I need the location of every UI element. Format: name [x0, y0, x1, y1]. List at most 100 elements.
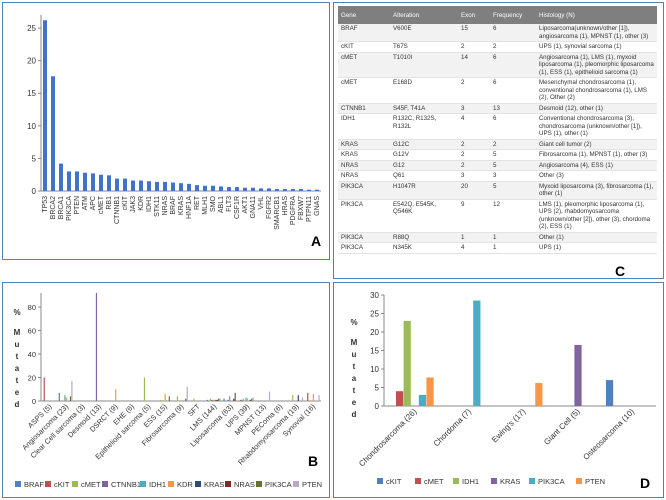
table-cell: R88Q: [390, 232, 458, 243]
table-cell: 1: [490, 232, 536, 243]
table-row: PIK3CA N345K 4 1 UPS (1): [338, 242, 657, 254]
legend-label: NRAS: [234, 480, 255, 489]
bar: [259, 188, 263, 191]
table-cell: 2: [490, 139, 536, 150]
x-tick-label: IDH1: [146, 196, 153, 212]
y-axis-label-letter: t: [353, 386, 356, 395]
table-cell: 1: [458, 232, 490, 243]
bar-ckit: [43, 377, 45, 401]
table-row: cKIT T67S 2 2 UPS (1), synovial sarcoma (1): [338, 41, 657, 53]
y-axis-unit: %: [13, 308, 20, 317]
x-tick-label: APC: [90, 196, 97, 210]
y-axis-label-letter: t: [16, 352, 19, 361]
bar-kdr: [246, 398, 249, 401]
table-cell: 3: [490, 170, 536, 182]
col-exon: Exon: [458, 6, 490, 24]
bar: [115, 178, 119, 191]
legend-label: KDR: [177, 480, 193, 489]
legend-swatch: [15, 481, 21, 487]
panel-label-b: B: [308, 453, 319, 469]
legend-swatch: [102, 481, 108, 487]
x-tick-label: GNA11: [250, 196, 257, 219]
x-tick-label: FLT3: [226, 196, 233, 212]
table-cell: E542Q, E545K, Q546K: [390, 199, 458, 233]
table-cell: PIK3CA: [338, 199, 390, 233]
y-tick-label: 0: [32, 397, 36, 406]
table-cell: Myxoid liposarcoma (3), fibrosarcoma (1)…: [536, 181, 657, 200]
bar-kras: [215, 399, 217, 401]
legend-swatch: [256, 481, 262, 487]
x-tick-label: Ewing's (17): [490, 407, 528, 445]
x-tick-label: TP53: [42, 196, 49, 213]
bar-pik3ca: [185, 398, 187, 401]
y-tick-label: 20: [27, 57, 36, 66]
table-cell: cKIT: [338, 41, 390, 53]
bar-cmet: [242, 398, 244, 401]
bar: [243, 187, 247, 191]
chart-b: 020406080%Mutated ASPS (5)Angiosarcoma (2…: [13, 293, 322, 489]
bar-pten: [252, 397, 254, 401]
bar: [211, 185, 215, 191]
legend-label: cMET: [81, 480, 101, 489]
bar-pik3ca: [473, 300, 481, 406]
bar-ckit: [241, 399, 243, 401]
legend-label: cMET: [424, 477, 444, 486]
legend-label: PTEN: [585, 477, 605, 486]
table-cell: Fibrosarcoma (1), MPNST (1), other (3): [536, 149, 657, 161]
table-cell: 12: [490, 199, 536, 233]
y-axis-label-letter: a: [352, 374, 357, 383]
table-cell: LMS (1), pleomorphic liposarcoma (1), UP…: [536, 199, 657, 233]
x-tick-label: BRCA1: [58, 196, 65, 219]
bar-kdr: [115, 389, 117, 401]
table-row: cMET T1010I 14 6 Angiosarcoma (1), LMS (1), …: [338, 52, 657, 78]
x-tick-label: PIK3CA: [66, 196, 73, 221]
panel-label-d: D: [640, 475, 651, 491]
legend-label: cKIT: [386, 477, 402, 486]
x-tick-label: FBXW7: [298, 196, 305, 220]
bar: [147, 181, 151, 191]
y-tick-label: 10: [27, 122, 36, 131]
x-tick-label: CSF1R: [234, 196, 241, 219]
bar-kdr: [213, 399, 216, 401]
y-axis-label-letter: M: [351, 338, 358, 347]
bar-cmet: [193, 398, 195, 401]
y-axis-label-letter: d: [15, 400, 20, 409]
legend-label: IDH1: [462, 477, 479, 486]
col-alteration: Alteration: [390, 6, 458, 24]
table-cell: 3: [458, 170, 490, 182]
table-cell: cMET: [338, 77, 390, 104]
bar: [203, 185, 207, 191]
bar-nras: [216, 399, 218, 401]
bar: [123, 178, 127, 191]
legend-label: KRAS: [204, 480, 224, 489]
x-tick-label: Chordoma (7): [432, 407, 473, 448]
table-cell: Angiosarcoma (1), LMS (1), myxoid liposa…: [536, 52, 657, 78]
table-cell: 6: [490, 113, 536, 140]
table-cell: UPS (1): [536, 242, 657, 254]
x-tick-label: MLH1: [202, 196, 209, 215]
bar: [155, 181, 159, 191]
bar-cmet: [292, 395, 294, 401]
table-cell: 2: [458, 149, 490, 161]
bar-cmet: [395, 391, 404, 406]
legend-label: cKIT: [54, 480, 70, 489]
table-row: CTNNB1 S45F, T41A 3 13 Desmoid (12), other (…: [338, 103, 657, 114]
table-cell: 2: [458, 139, 490, 150]
y-tick-label: 20: [370, 328, 379, 337]
x-tick-label: FGFR2: [266, 196, 273, 219]
legend-label: BRAF: [24, 480, 44, 489]
table-header-row: Gene Alteration Exon Frequency Histology…: [338, 6, 657, 24]
legend-swatch: [415, 478, 421, 484]
bar-pten: [186, 386, 188, 401]
y-tick-label: 5: [375, 384, 380, 393]
x-tick-label: PDGFRA: [290, 196, 297, 226]
y-tick-label: 0: [32, 187, 37, 196]
table-cell: 5: [490, 181, 536, 200]
y-tick-label: 5: [32, 154, 37, 163]
x-tick-label: RET: [194, 195, 201, 210]
bar: [163, 181, 167, 191]
panel-b: 0 20 40 60 80% Mu t a t e d ASPS (5) Angiosarcoma (2…: [2, 282, 330, 498]
bar-kras: [574, 344, 582, 406]
table-cell: NRAS: [338, 160, 390, 171]
bar-ctnnb1: [211, 399, 213, 401]
